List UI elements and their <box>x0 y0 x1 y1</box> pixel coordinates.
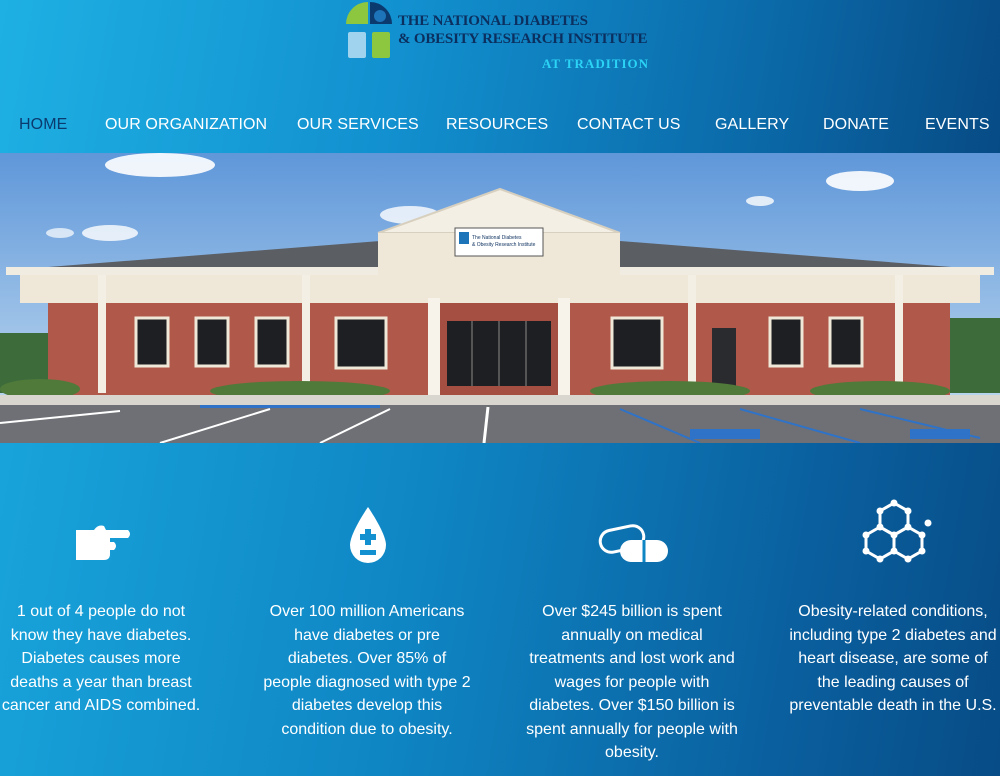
nav-home[interactable]: HOME <box>19 116 67 134</box>
nav-resources[interactable]: RESOURCES <box>446 116 548 134</box>
molecule-icon <box>862 499 932 563</box>
site-header: The National Diabetes & Obesity Research… <box>0 0 1000 153</box>
stat-diabetes-unaware: 1 out of 4 people do not know they have … <box>1 603 201 714</box>
pointing-hand-icon <box>76 525 130 560</box>
nav-events[interactable]: EVENTS <box>925 116 990 134</box>
nav-gallery[interactable]: GALLERY <box>715 116 789 134</box>
stat-annual-cost: Over $245 billion is spent annually on m… <box>526 603 738 761</box>
stat-americans-diabetes: Over 100 million Americans have diabetes… <box>263 603 471 738</box>
stat-preventable-death: Obesity-related conditions, including ty… <box>789 603 997 714</box>
nav-donate[interactable]: DONATE <box>823 116 889 134</box>
blood-drop-icon <box>350 507 386 563</box>
site-logo[interactable]: The National Diabetes & Obesity Research… <box>346 2 666 74</box>
logo-subtitle: at Tradition <box>542 56 649 71</box>
pill-capsule-icon <box>598 524 668 562</box>
nav-contact-us[interactable]: CONTACT US <box>577 116 681 134</box>
hero-building-photo: The National Diabetes & Obesity Research… <box>0 153 1000 443</box>
building-sign-line-2: & Obesity Research Institute <box>472 242 536 248</box>
main-navigation: HOME OUR ORGANIZATION OUR SERVICES RESOU… <box>0 110 1000 144</box>
nav-our-services[interactable]: OUR SERVICES <box>297 116 419 134</box>
logo-mark-icon <box>346 2 392 58</box>
logo-text: The National Diabetes & Obesity Research… <box>398 12 666 48</box>
logo-line-2: & Obesity Research Institute <box>398 31 648 47</box>
building-illustration: The National Diabetes & Obesity Research… <box>0 153 1000 443</box>
nav-our-organization[interactable]: OUR ORGANIZATION <box>105 116 267 134</box>
logo-line-1: The National Diabetes <box>398 13 588 29</box>
building-sign-line-1: The National Diabetes <box>472 235 522 241</box>
